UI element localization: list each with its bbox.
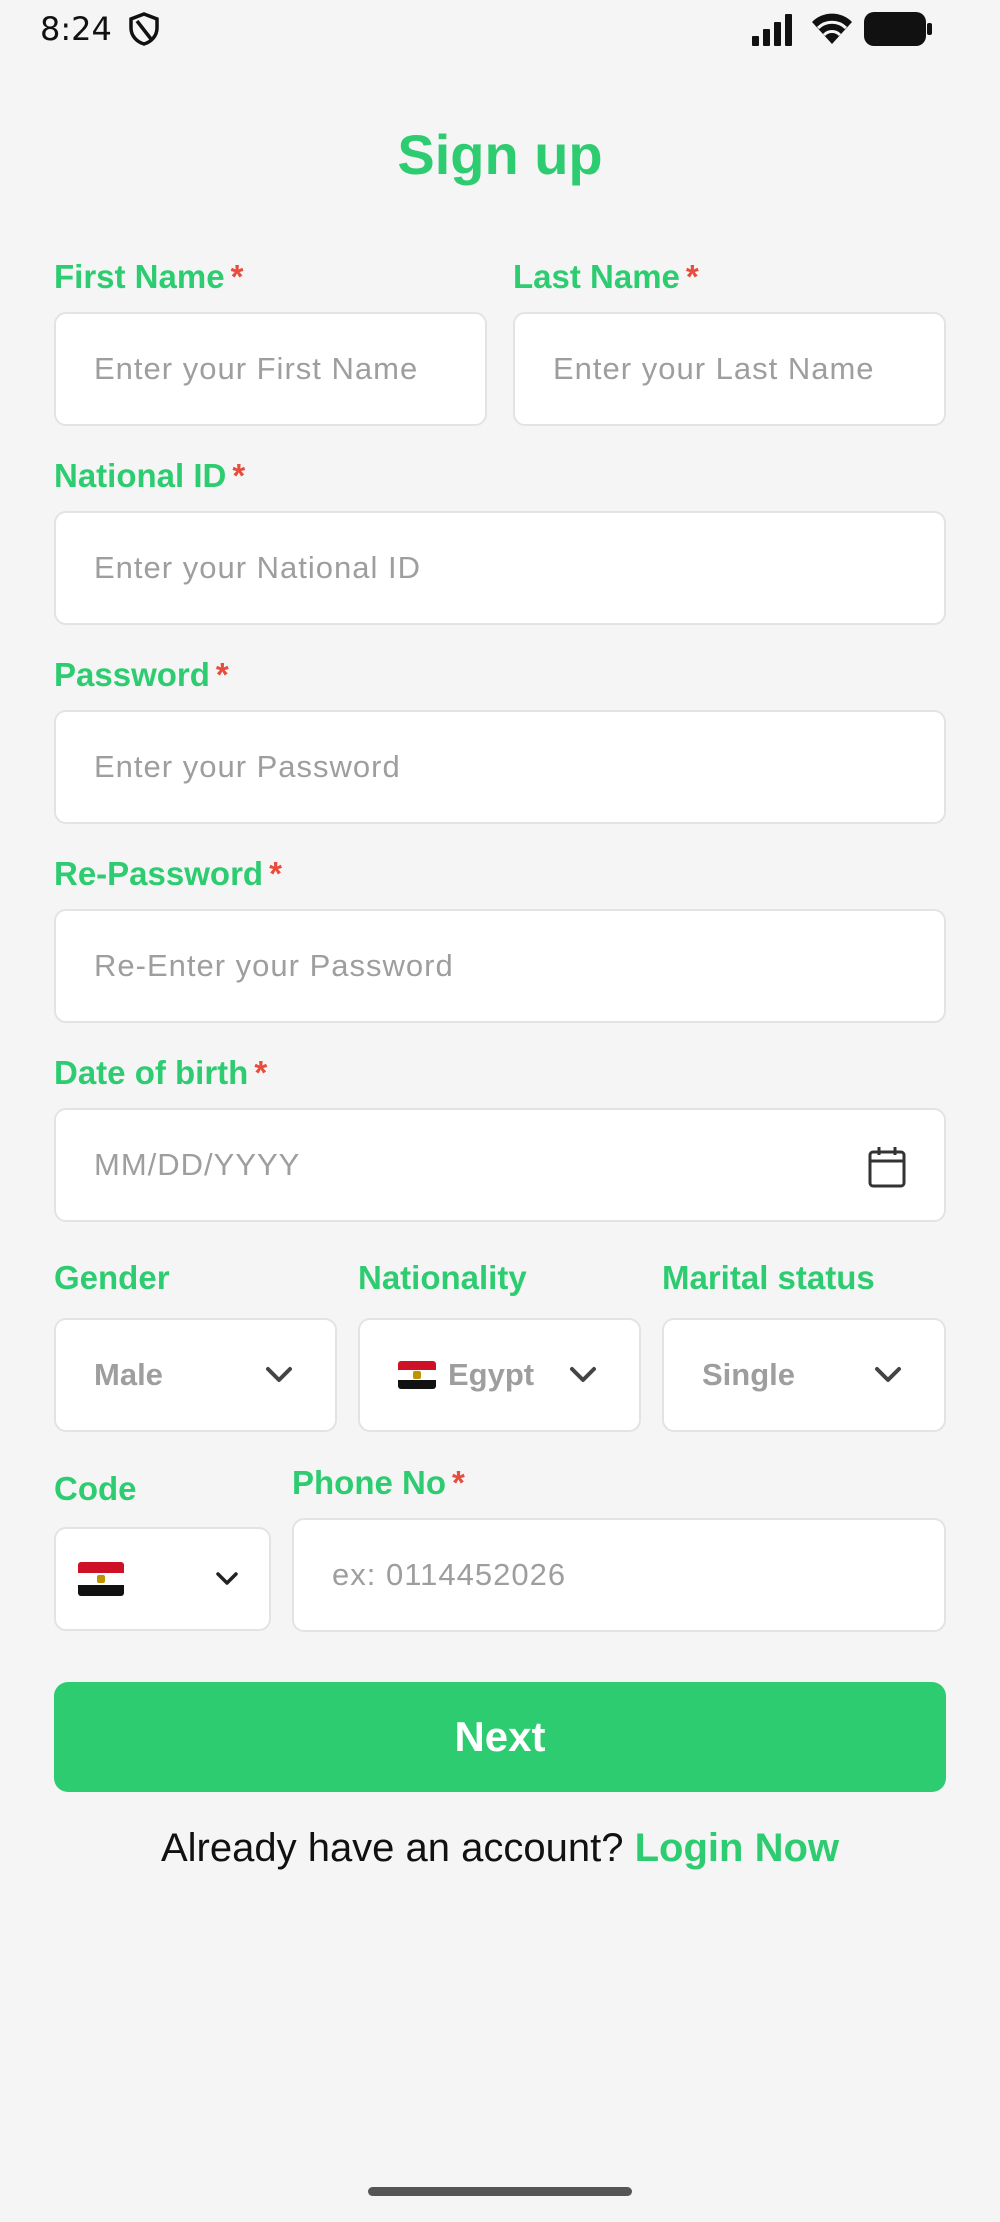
code-select[interactable] (54, 1527, 271, 1631)
egypt-flag-icon (398, 1361, 436, 1389)
national-id-input[interactable] (94, 513, 922, 623)
nationality-select[interactable]: Egypt (358, 1318, 641, 1432)
re-password-input[interactable] (94, 911, 922, 1021)
required-marker: * (685, 258, 699, 295)
home-indicator[interactable] (368, 2187, 632, 2196)
last-name-input[interactable] (553, 314, 922, 424)
code-flag-wrap (78, 1529, 136, 1629)
gender-label: Gender (54, 1259, 170, 1296)
first-name-label-text: First Name (54, 258, 225, 295)
chevron-down-icon (875, 1367, 901, 1382)
password-label-text: Password (54, 656, 210, 693)
nationality-value-wrap: Egypt (398, 1320, 534, 1430)
marital-status-value: Single (702, 1357, 796, 1392)
re-password-label-text: Re-Password (54, 855, 264, 892)
last-name-label: Last Name * (513, 258, 699, 296)
gender-select[interactable]: Male (54, 1318, 337, 1432)
egypt-flag-icon (78, 1562, 124, 1596)
page-title: Sign up (397, 123, 603, 186)
shield-icon (129, 12, 159, 46)
first-name-label: First Name * (54, 258, 243, 296)
password-input[interactable] (94, 712, 922, 822)
phone-label: Phone No * (292, 1464, 465, 1502)
next-button[interactable]: Next (54, 1682, 946, 1792)
national-id-label: National ID * (54, 457, 245, 495)
required-marker: * (452, 1464, 465, 1501)
dob-label-text: Date of birth (54, 1054, 249, 1091)
dob-field[interactable] (54, 1108, 946, 1222)
code-label: Code (54, 1470, 137, 1507)
required-marker: * (269, 855, 282, 892)
phone-input[interactable] (332, 1520, 922, 1630)
first-name-input[interactable] (94, 314, 463, 424)
last-name-label-text: Last Name (513, 258, 680, 295)
required-marker: * (232, 457, 246, 494)
chevron-down-icon (570, 1367, 596, 1382)
re-password-field[interactable] (54, 909, 946, 1023)
password-label: Password * (54, 656, 229, 694)
login-prompt-text: Already have an account? (160, 1826, 624, 1870)
login-now-link[interactable]: Login Now (635, 1826, 839, 1870)
nationality-label: Nationality (358, 1259, 527, 1296)
signal-icon (752, 14, 792, 46)
login-prompt: Already have an account? Login Now (0, 1826, 1000, 1871)
marital-status-label: Marital status (662, 1259, 875, 1296)
required-marker: * (254, 1054, 268, 1091)
required-marker: * (230, 258, 244, 295)
nationality-value: Egypt (448, 1357, 535, 1392)
phone-label-text: Phone No (292, 1464, 446, 1501)
last-name-field[interactable] (513, 312, 946, 426)
phone-field[interactable] (292, 1518, 946, 1632)
dob-label: Date of birth * (54, 1054, 267, 1092)
national-id-field[interactable] (54, 511, 946, 625)
national-id-label-text: National ID (54, 457, 227, 494)
battery-icon (864, 12, 932, 46)
marital-status-select[interactable]: Single (662, 1318, 946, 1432)
chevron-down-icon (266, 1367, 292, 1382)
chevron-down-icon (216, 1572, 238, 1585)
wifi-icon (812, 13, 852, 44)
password-field[interactable] (54, 710, 946, 824)
calendar-icon[interactable] (868, 1146, 906, 1188)
status-time: 8:24 (40, 10, 112, 48)
required-marker: * (215, 656, 229, 693)
first-name-field[interactable] (54, 312, 487, 426)
gender-value: Male (94, 1357, 163, 1392)
status-bar: 8:24 (0, 0, 1000, 60)
re-password-label: Re-Password * (54, 855, 282, 893)
dob-input[interactable] (94, 1110, 922, 1220)
